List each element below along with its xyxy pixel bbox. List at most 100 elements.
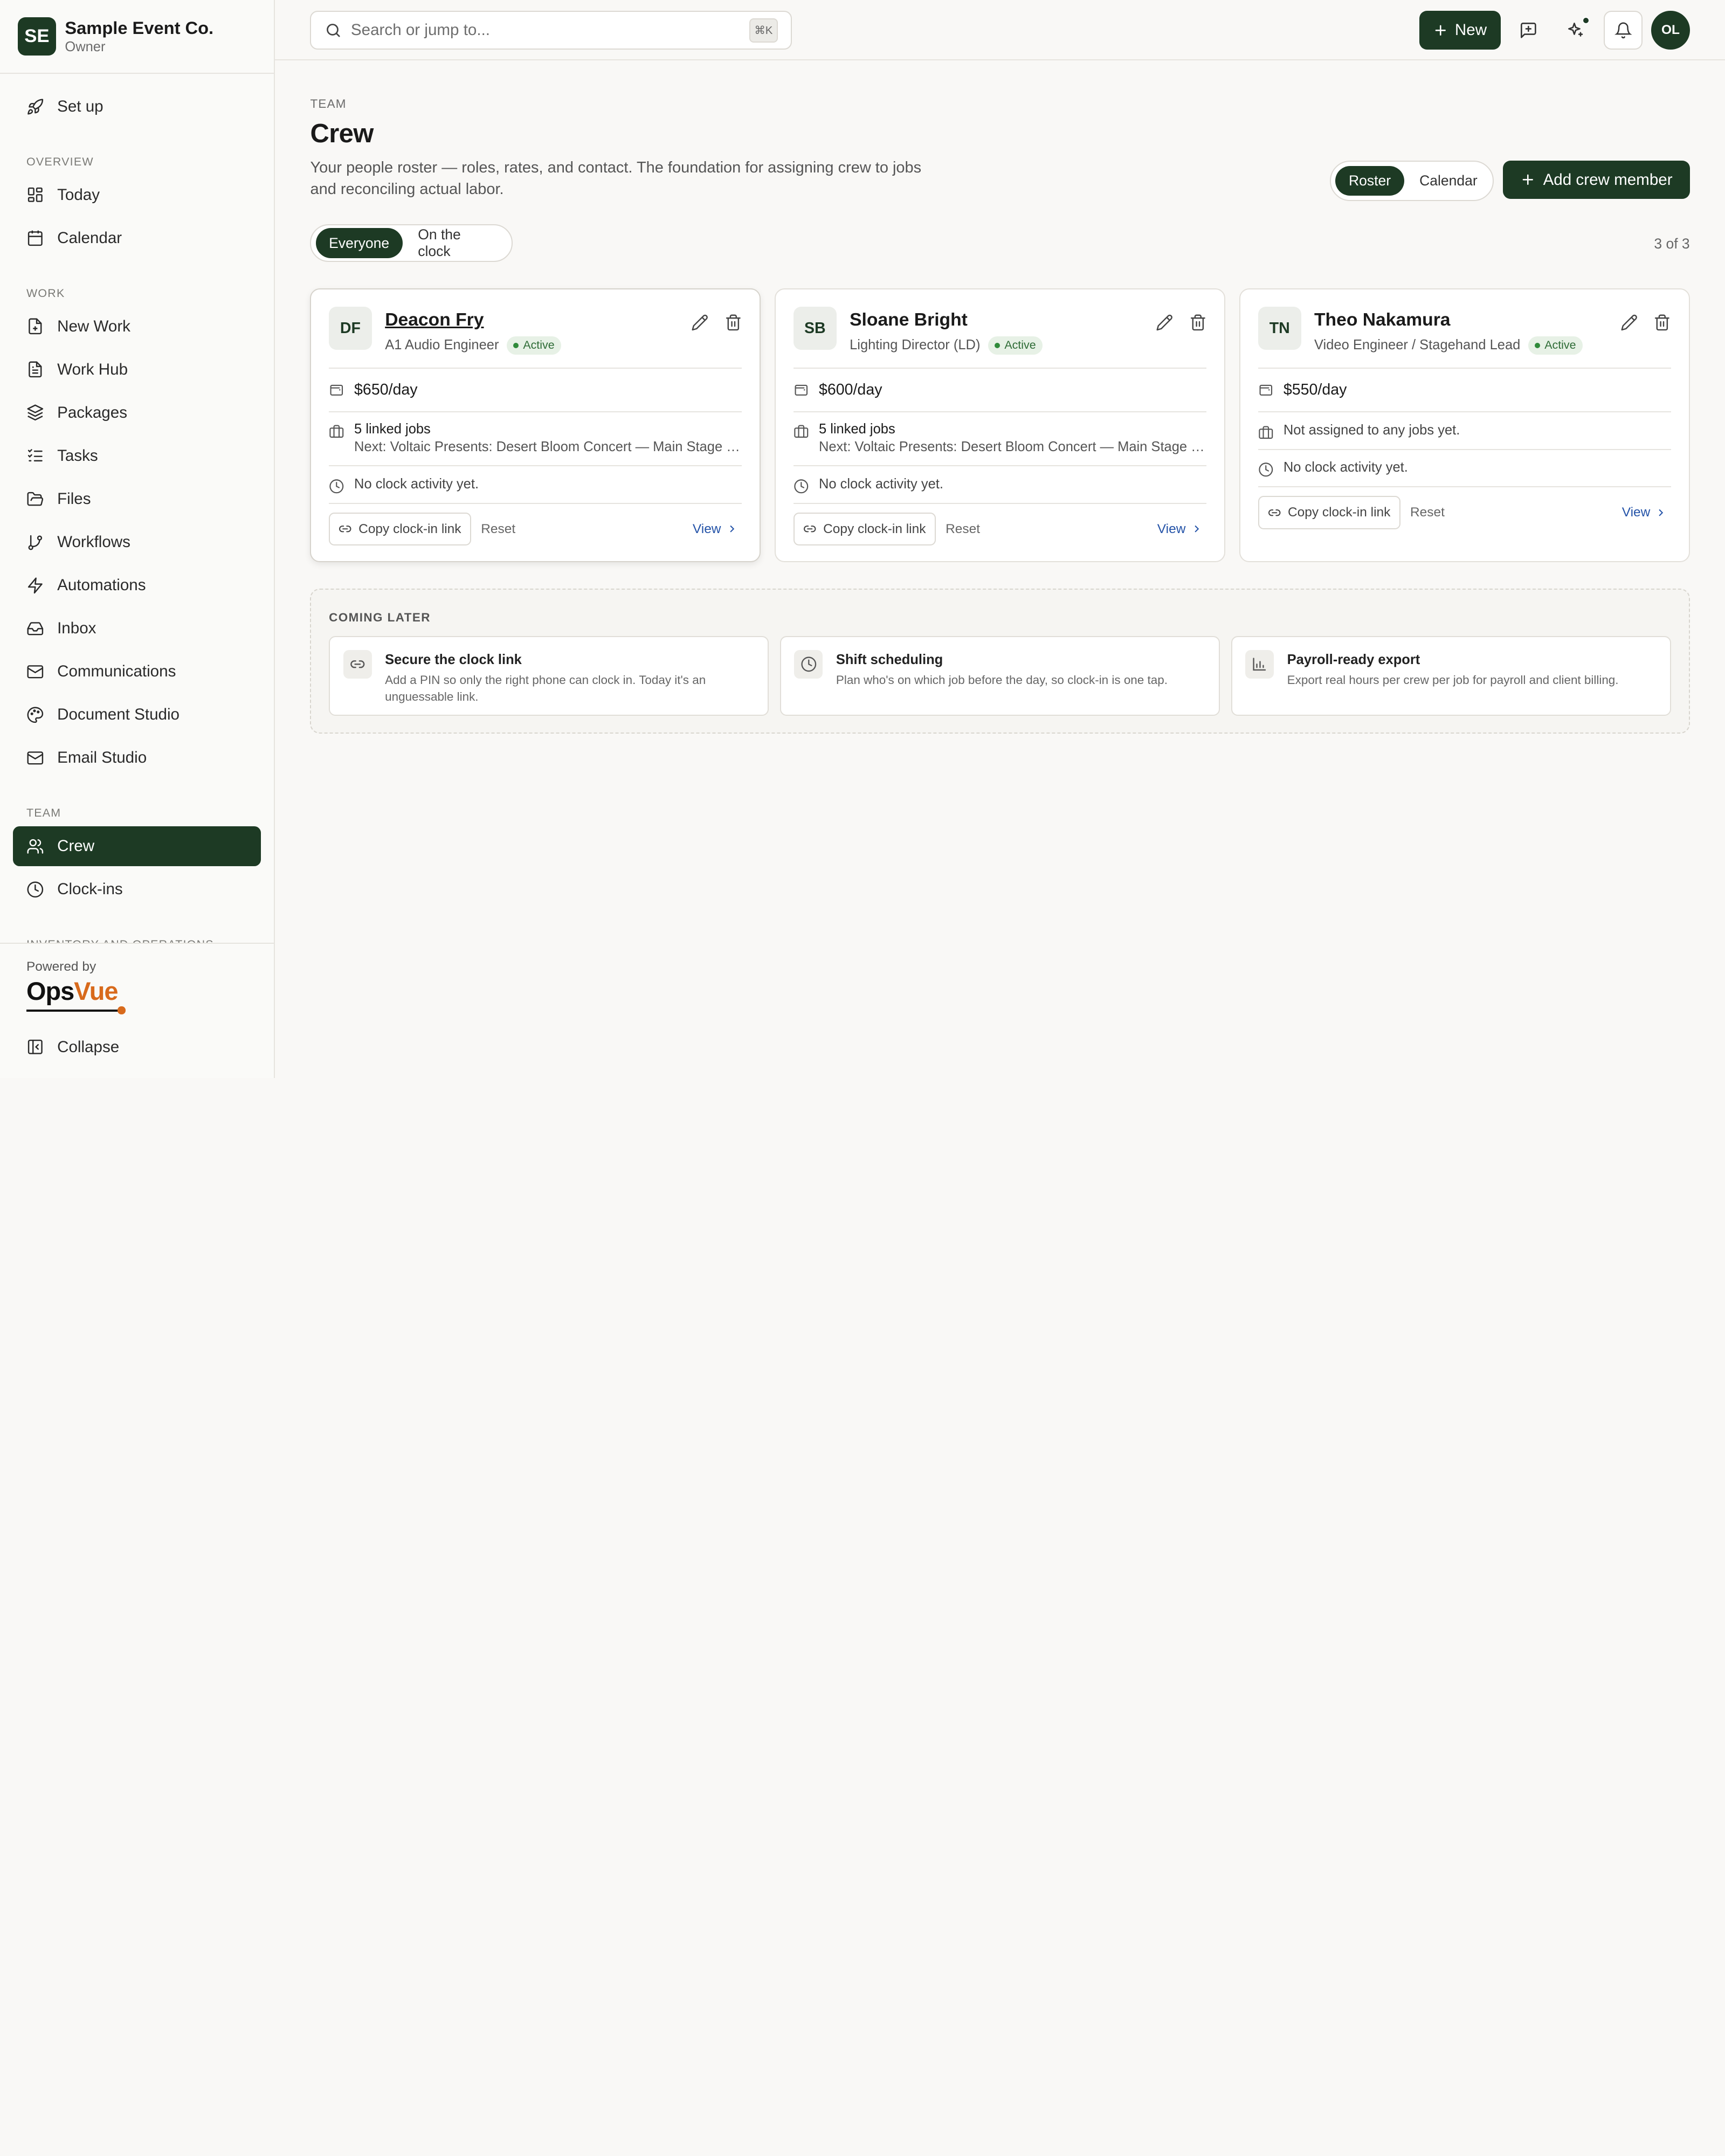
jobs-row: 5 linked jobs Next: Voltaic Presents: De… — [329, 412, 742, 467]
sidebar-item-label: Packages — [57, 403, 127, 421]
crew-card[interactable]: SB Sloane Bright Lighting Director (LD) A… — [775, 288, 1225, 562]
status-label: Active — [523, 338, 555, 352]
view-button[interactable]: View — [1157, 522, 1206, 537]
next-job: Next: Voltaic Presents: Desert Bloom Con… — [818, 439, 1206, 454]
sidebar-item-setup[interactable]: Set up — [13, 87, 260, 126]
zap-icon — [27, 577, 43, 593]
sidebar-item-label: Automations — [57, 576, 146, 595]
user-avatar[interactable]: OL — [1651, 11, 1690, 50]
day-rate: $550/day — [1283, 381, 1347, 398]
sidebar-item-tasks[interactable]: Tasks — [13, 436, 260, 475]
sidebar-item-work-hub[interactable]: Work Hub — [13, 350, 260, 389]
add-crew-member-button[interactable]: Add crew member — [1502, 160, 1690, 199]
rocket-icon — [27, 99, 44, 115]
sidebar-item-packages[interactable]: Packages — [13, 393, 260, 432]
shortcut-hint: ⌘K — [749, 18, 778, 43]
sidebar-item-inbox[interactable]: Inbox — [13, 609, 260, 648]
reset-button[interactable]: Reset — [1408, 505, 1447, 520]
sidebar-item-label: Set up — [57, 97, 104, 115]
notifications-button[interactable] — [1604, 11, 1643, 50]
org-role: Owner — [65, 39, 106, 54]
logo-underline — [26, 1010, 121, 1012]
clock-icon — [329, 479, 344, 493]
sidebar-item-new-work[interactable]: New Work — [13, 307, 260, 346]
org-switcher[interactable]: SE Sample Event Co. Owner — [0, 0, 274, 74]
sidebar-item-workflows[interactable]: Workflows — [13, 522, 260, 562]
copy-clock-link-button[interactable]: Copy clock-in link — [329, 512, 471, 546]
view-button[interactable]: View — [693, 522, 742, 537]
collapse-button[interactable]: Collapse — [13, 1027, 261, 1067]
org-name: Sample Event Co. — [65, 17, 214, 38]
edit-icon[interactable] — [1620, 314, 1638, 331]
coming-later-title: COMING LATER — [329, 610, 431, 624]
sidebar-item-label: Today — [57, 185, 100, 204]
filter-everyone[interactable]: Everyone — [315, 228, 403, 258]
new-button[interactable]: New — [1419, 11, 1501, 50]
sidebar-item-clock-ins[interactable]: Clock-ins — [13, 870, 260, 909]
clock-status: No clock activity yet. — [818, 476, 943, 492]
trash-icon[interactable] — [1189, 314, 1207, 331]
crew-name[interactable]: Sloane Bright — [850, 310, 1043, 330]
coming-later-panel: COMING LATER Secure the clock link Add a… — [310, 588, 1690, 734]
wallet-icon — [795, 385, 808, 396]
list-checks-icon — [27, 449, 43, 462]
status-dot — [513, 342, 519, 349]
page-eyebrow: TEAM — [310, 96, 347, 110]
edit-icon[interactable] — [1156, 314, 1174, 331]
sidebar-item-label: Tasks — [57, 446, 98, 465]
copy-clock-link-button[interactable]: Copy clock-in link — [1258, 496, 1400, 529]
search-input[interactable] — [350, 21, 741, 40]
crew-card-footer: Copy clock-in link Reset View — [794, 504, 1206, 546]
reset-button[interactable]: Reset — [479, 522, 518, 537]
copy-clock-link-button[interactable]: Copy clock-in link — [794, 512, 936, 546]
sidebar-item-calendar[interactable]: Calendar — [13, 218, 260, 258]
crew-card[interactable]: TN Theo Nakamura Video Engineer / Stageh… — [1239, 288, 1690, 562]
wallet-icon — [1259, 385, 1273, 396]
clock-icon — [801, 657, 816, 672]
briefcase-icon — [329, 425, 344, 438]
status-dot — [1534, 342, 1541, 349]
sidebar-item-label: Workflows — [57, 533, 130, 551]
trash-icon[interactable] — [724, 314, 742, 331]
clock-row: No clock activity yet. — [1258, 450, 1672, 487]
sidebar-item-automations[interactable]: Automations — [13, 565, 260, 605]
crew-initials: DF — [329, 307, 372, 350]
new-button-label: New — [1454, 21, 1487, 39]
edit-icon[interactable] — [691, 314, 709, 331]
trash-icon[interactable] — [1653, 314, 1671, 331]
clock-icon — [794, 479, 809, 493]
search-box[interactable]: ⌘K — [310, 11, 792, 50]
org-logo: SE — [17, 17, 57, 56]
view-button[interactable]: View — [1622, 505, 1671, 520]
sidebar-item-communications[interactable]: Communications — [13, 652, 260, 692]
reset-button[interactable]: Reset — [943, 522, 982, 537]
sidebar-item-email-studio[interactable]: Email Studio — [13, 738, 260, 778]
link-icon — [339, 526, 351, 533]
sidebar-item-label: Files — [57, 489, 91, 508]
sidebar-item-today[interactable]: Today — [13, 175, 260, 215]
linked-jobs: 5 linked jobs — [354, 421, 431, 437]
git-branch-icon — [28, 535, 43, 550]
sidebar-item-document-studio[interactable]: Document Studio — [13, 695, 260, 735]
sidebar-item-label: Calendar — [57, 229, 122, 247]
sidebar-item-crew[interactable]: Crew — [13, 826, 261, 866]
feedback-button[interactable] — [1509, 11, 1548, 49]
calendar-view-tab[interactable]: Calendar — [1406, 166, 1491, 196]
sidebar-item-files[interactable]: Files — [13, 479, 260, 519]
ai-assistant-button[interactable] — [1557, 11, 1595, 49]
section-overview: OVERVIEW — [26, 155, 94, 168]
linked-jobs: 5 linked jobs — [818, 421, 895, 437]
crew-name[interactable]: Deacon Fry — [385, 310, 561, 330]
chevron-right-icon — [1195, 526, 1199, 533]
roadmap-title: Shift scheduling — [836, 652, 943, 668]
copy-clock-link-label: Copy clock-in link — [823, 521, 926, 536]
notification-dot — [1582, 16, 1590, 24]
crew-name[interactable]: Theo Nakamura — [1314, 310, 1583, 330]
sidebar-item-label: Crew — [57, 837, 95, 855]
rate-row: $650/day — [329, 369, 742, 413]
roadmap-description: Plan who's on which job before the day, … — [836, 673, 1168, 687]
crew-card[interactable]: DF Deacon Fry A1 Audio Engineer Active $6… — [310, 288, 761, 562]
page-description: Your people roster — roles, rates, and c… — [310, 158, 922, 198]
roster-view-tab[interactable]: Roster — [1335, 166, 1404, 196]
filter-on-clock[interactable]: On the clock — [405, 226, 507, 259]
